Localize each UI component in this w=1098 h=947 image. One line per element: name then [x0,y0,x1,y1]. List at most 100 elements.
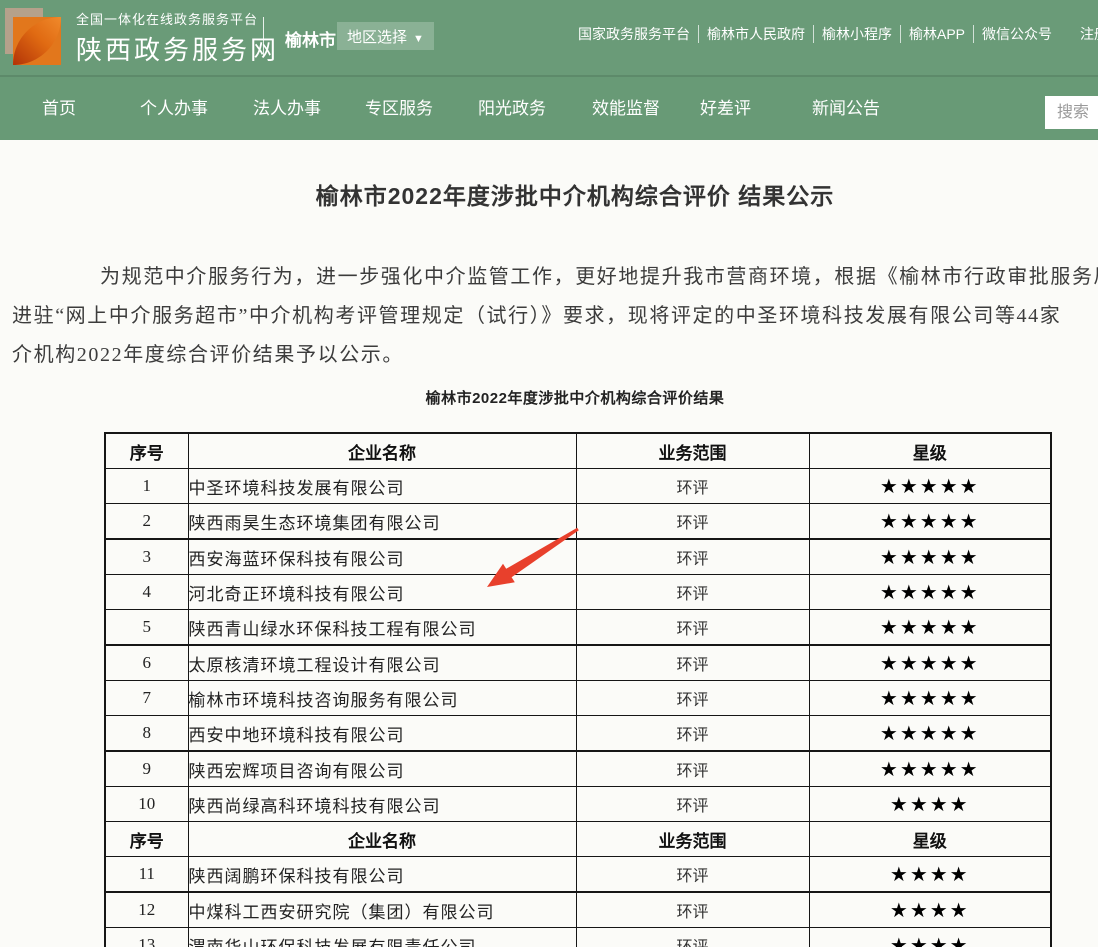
column-header: 业务范围 [576,433,809,469]
company-name-cell: 中圣环境科技发展有限公司 [188,469,576,504]
business-scope-cell: 环评 [576,469,809,504]
company-name-cell: 陕西宏辉项目咨询有限公司 [188,751,576,787]
site-title[interactable]: 陕西政务服务网 [76,30,279,67]
column-header: 企业名称 [188,822,576,857]
nav-open-government[interactable]: 阳光政务 [478,77,546,140]
nav-legal-entity-services[interactable]: 法人办事 [253,77,321,140]
platform-tagline: 全国一体化在线政务服务平台 [76,9,279,28]
business-scope-cell: 环评 [576,892,809,928]
company-name-cell: 陕西阔鹏环保科技有限公司 [188,857,576,893]
column-header: 序号 [105,822,188,857]
region-selector-button[interactable]: 地区选择▼ [337,22,434,50]
table-row: 6太原核清环境工程设计有限公司环评★★★★★ [105,645,1051,681]
main-nav: 首页 个人办事 法人办事 专区服务 阳光政务 效能监督 好差评 新闻公告 [0,75,1098,140]
business-scope-cell: 环评 [576,504,809,540]
column-header: 星级 [809,822,1051,857]
row-number-cell: 1 [105,469,188,504]
row-number-cell: 7 [105,681,188,716]
business-scope-cell: 环评 [576,575,809,610]
link-separator [973,25,974,43]
company-name-cell: 太原核清环境工程设计有限公司 [188,645,576,681]
business-scope-cell: 环评 [576,645,809,681]
table-header-row: 序号企业名称业务范围星级 [105,822,1051,857]
link-mini-program[interactable]: 榆林小程序 [822,24,892,44]
table-row: 5陕西青山绿水环保科技工程有限公司环评★★★★★ [105,610,1051,646]
business-scope-cell: 环评 [576,787,809,822]
row-number-cell: 13 [105,928,188,947]
column-header: 企业名称 [188,433,576,469]
table-row: 11陕西阔鹏环保科技有限公司环评★★★★ [105,857,1051,893]
company-name-cell: 榆林市环境科技咨询服务有限公司 [188,681,576,716]
row-number-cell: 10 [105,787,188,822]
announcement-paragraph: 为规范中介服务行为，进一步强化中介监管工作，更好地提升我市营商环境，根据《榆林市… [12,258,1098,375]
row-number-cell: 6 [105,645,188,681]
site-header: 全国一体化在线政务服务平台 陕西政务服务网 榆林市 地区选择▼ 国家政务服务平台… [0,0,1098,75]
page-title: 榆林市2022年度涉批中介机构综合评价 结果公示 [0,184,1098,208]
table-row: 12中煤科工西安研究院（集团）有限公司环评★★★★ [105,892,1051,928]
table-row: 1中圣环境科技发展有限公司环评★★★★★ [105,469,1051,504]
site-logo-icon[interactable] [3,4,63,70]
nav-home[interactable]: 首页 [42,77,76,140]
business-scope-cell: 环评 [576,928,809,947]
star-rating-cell: ★★★★★ [809,610,1051,646]
page: 全国一体化在线政务服务平台 陕西政务服务网 榆林市 地区选择▼ 国家政务服务平台… [0,0,1098,947]
company-name-cell: 陕西青山绿水环保科技工程有限公司 [188,610,576,646]
link-separator [698,25,699,43]
header-links: 国家政务服务平台 榆林市人民政府 榆林小程序 榆林APP 微信公众号 注册 [578,0,1098,71]
current-city-label: 榆林市 [285,26,336,51]
table-row: 13渭南华山环保科技发展有限责任公司环评★★★★ [105,928,1051,947]
link-city-app[interactable]: 榆林APP [909,24,965,44]
nav-personal-services[interactable]: 个人办事 [140,77,208,140]
red-arrow-annotation [480,524,586,594]
business-scope-cell: 环评 [576,857,809,893]
paragraph-line: 介机构2022年度综合评价结果予以公示。 [12,336,1098,375]
business-scope-cell: 环评 [576,716,809,752]
table-header-row: 序号企业名称业务范围星级 [105,433,1051,469]
link-separator [900,25,901,43]
star-rating-cell: ★★★★★ [809,645,1051,681]
row-number-cell: 11 [105,857,188,893]
column-header: 星级 [809,433,1051,469]
row-number-cell: 2 [105,504,188,540]
star-rating-cell: ★★★★★ [809,681,1051,716]
evaluation-table-body: 序号企业名称业务范围星级1中圣环境科技发展有限公司环评★★★★★2陕西雨昊生态环… [105,433,1051,947]
star-rating-cell: ★★★★ [809,857,1051,893]
link-city-government[interactable]: 榆林市人民政府 [707,24,805,44]
star-rating-cell: ★★★★ [809,787,1051,822]
company-name-cell: 渭南华山环保科技发展有限责任公司 [188,928,576,947]
table-row: 7榆林市环境科技咨询服务有限公司环评★★★★★ [105,681,1051,716]
nav-efficiency-supervision[interactable]: 效能监督 [592,77,660,140]
paragraph-line: 为规范中介服务行为，进一步强化中介监管工作，更好地提升我市营商环境，根据《榆林市… [12,258,1098,297]
link-national-platform[interactable]: 国家政务服务平台 [578,24,690,44]
row-number-cell: 4 [105,575,188,610]
star-rating-cell: ★★★★★ [809,504,1051,540]
company-name-cell: 西安中地环境科技有限公司 [188,716,576,752]
nav-special-zone-services[interactable]: 专区服务 [365,77,433,140]
row-number-cell: 5 [105,610,188,646]
row-number-cell: 9 [105,751,188,787]
register-link[interactable]: 注册 [1080,24,1098,44]
link-separator [813,25,814,43]
star-rating-cell: ★★★★★ [809,716,1051,752]
star-rating-cell: ★★★★ [809,892,1051,928]
star-rating-cell: ★★★★★ [809,575,1051,610]
brand: 全国一体化在线政务服务平台 陕西政务服务网 [76,9,279,67]
chevron-down-icon: ▼ [413,33,424,45]
row-number-cell: 12 [105,892,188,928]
company-name-cell: 中煤科工西安研究院（集团）有限公司 [188,892,576,928]
table-row: 8西安中地环境科技有限公司环评★★★★★ [105,716,1051,752]
star-rating-cell: ★★★★★ [809,539,1051,575]
row-number-cell: 8 [105,716,188,752]
table-caption: 榆林市2022年度涉批中介机构综合评价结果 [0,390,1098,408]
link-wechat-account[interactable]: 微信公众号 [982,24,1052,44]
header-divider [263,17,264,57]
search-input[interactable] [1045,96,1098,129]
row-number-cell: 3 [105,539,188,575]
table-row: 10陕西尚绿高科环境科技有限公司环评★★★★ [105,787,1051,822]
nav-rating[interactable]: 好差评 [700,77,751,140]
table-row: 9陕西宏辉项目咨询有限公司环评★★★★★ [105,751,1051,787]
paragraph-line: 进驻“网上中介服务超市”中介机构考评管理规定（试行）》要求，现将评定的中圣环境科… [12,297,1098,336]
business-scope-cell: 环评 [576,610,809,646]
nav-news-announcements[interactable]: 新闻公告 [812,77,880,140]
business-scope-cell: 环评 [576,751,809,787]
